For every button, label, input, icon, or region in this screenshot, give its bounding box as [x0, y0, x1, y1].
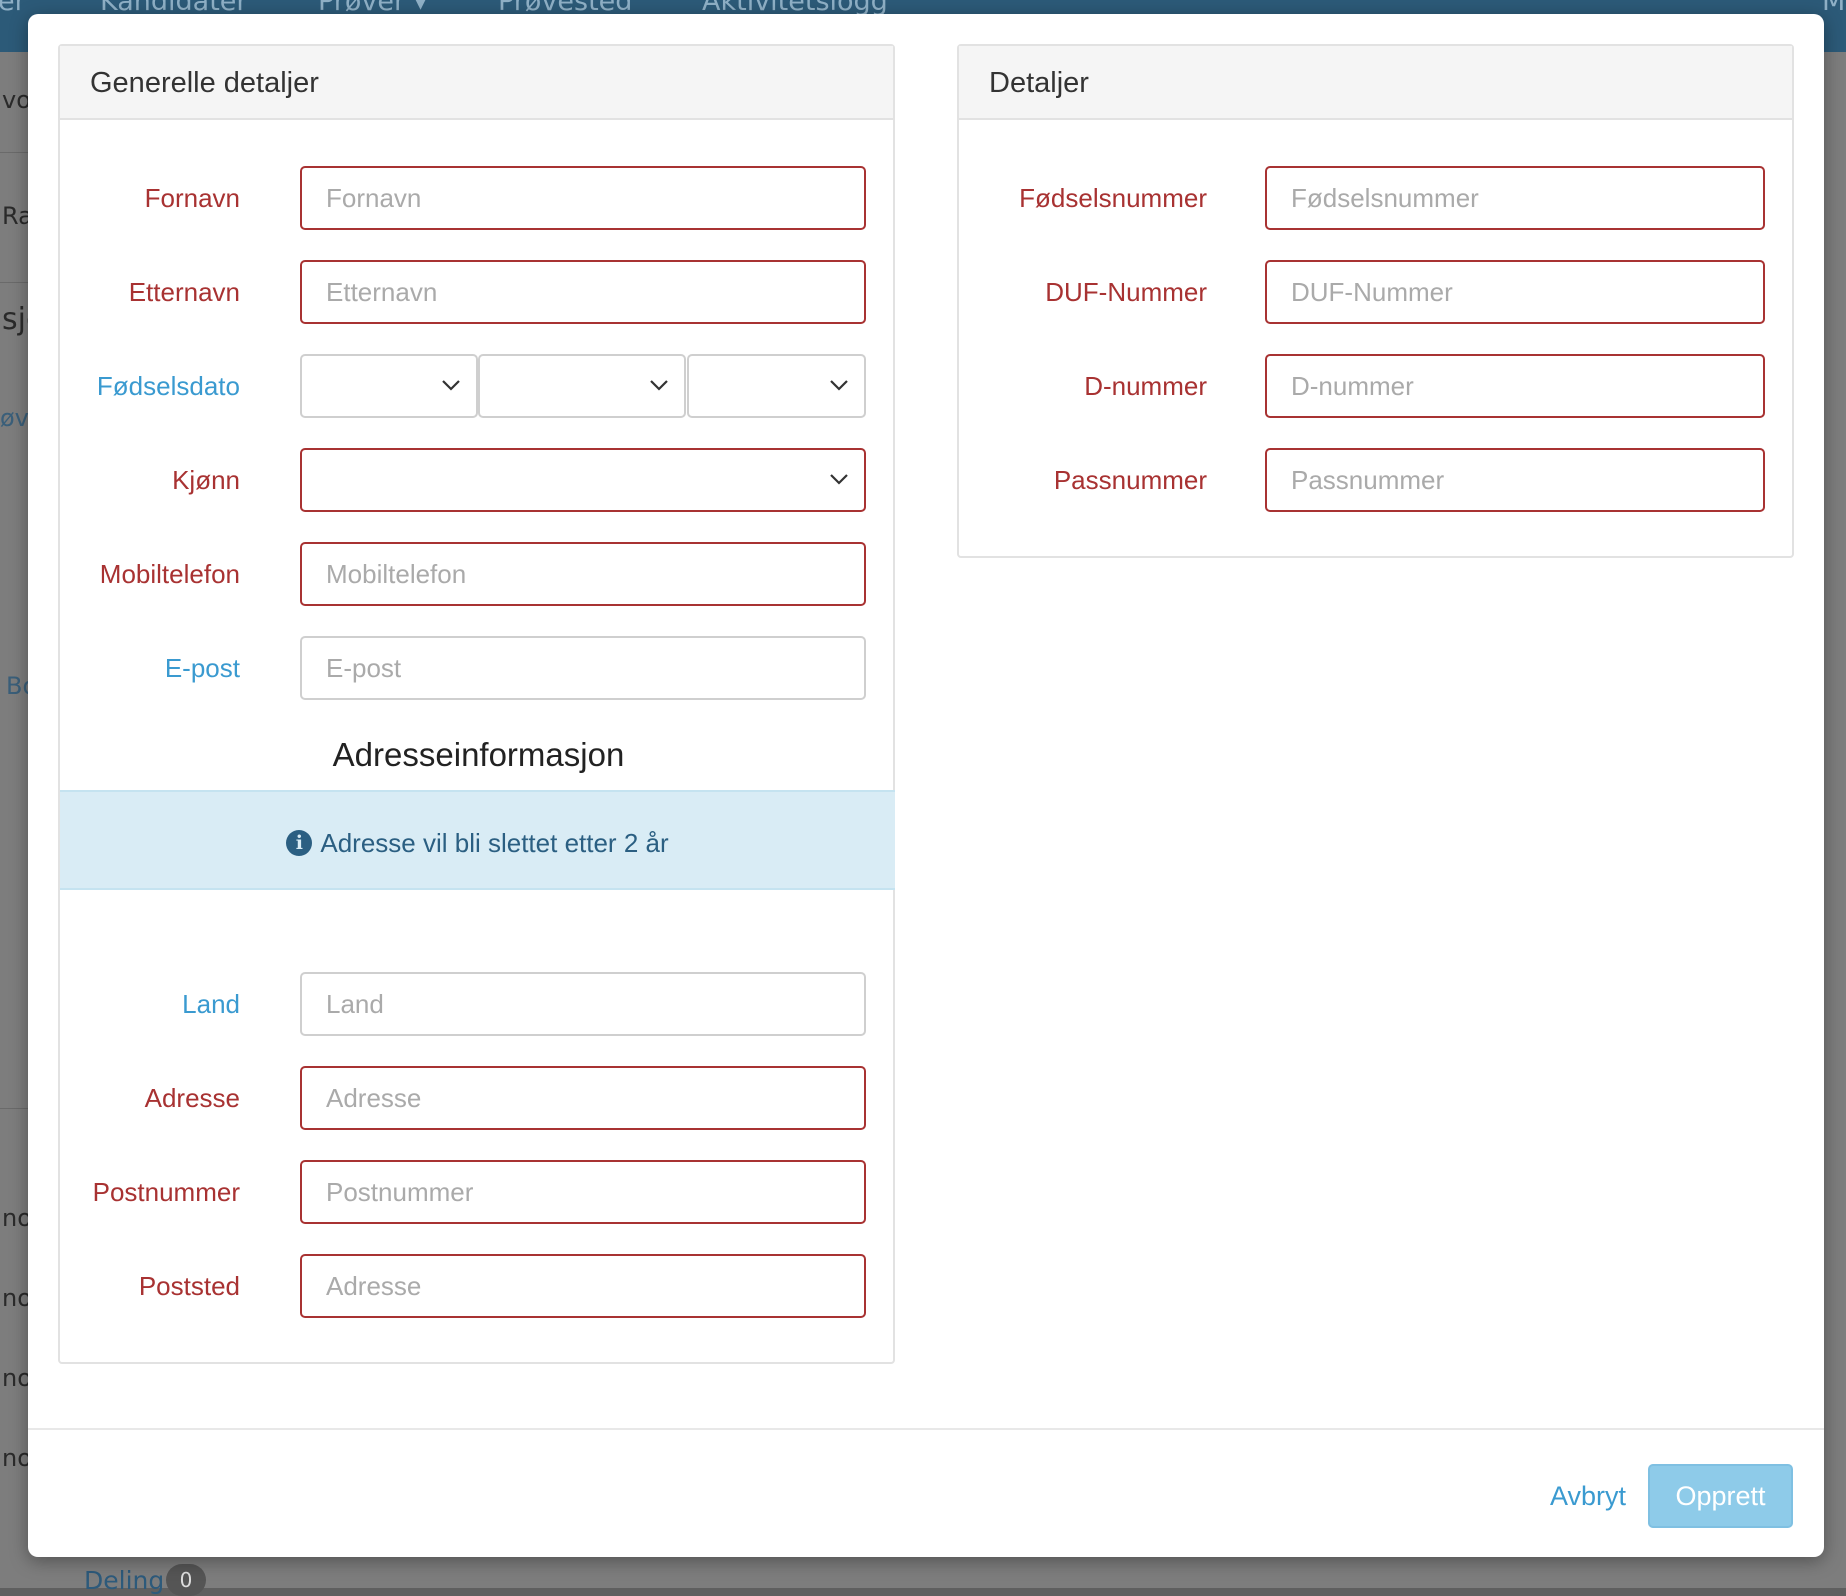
general-details-panel: Generelle detaljer Fornavn Fornavn Etter… [58, 44, 895, 1364]
field-row-passnummer: Passnummer Passnummer [959, 448, 1792, 512]
bg-row-link: øv [0, 404, 29, 432]
field-row-fornavn: Fornavn Fornavn [60, 166, 893, 230]
duf-nummer-input[interactable]: DUF-Nummer [1265, 260, 1765, 324]
birth-month-select[interactable] [478, 354, 686, 418]
bg-nav-right-fragment: M [1822, 0, 1846, 17]
field-row-etternavn: Etternavn Etternavn [60, 260, 893, 324]
field-row-epost: E-post E-post [60, 636, 893, 700]
bg-divider [0, 1108, 30, 1109]
fodselsnummer-input[interactable]: Fødselsnummer [1265, 166, 1765, 230]
label-mobiltelefon: Mobiltelefon [99, 559, 240, 589]
field-row-fodselsnummer: Fødselsnummer Fødselsnummer [959, 166, 1792, 230]
label-fodselsdato: Fødselsdato [96, 371, 240, 401]
label-land: Land [182, 989, 240, 1019]
bg-deling-badge: 0 [166, 1564, 206, 1596]
label-poststed: Poststed [138, 1271, 240, 1301]
create-candidate-modal: Generelle detaljer Fornavn Fornavn Etter… [28, 14, 1824, 1557]
chevron-down-icon [830, 474, 848, 485]
field-row-postnummer: Postnummer Postnummer [60, 1160, 893, 1224]
label-postnummer: Postnummer [92, 1177, 240, 1207]
cancel-button[interactable]: Avbryt [1518, 1464, 1658, 1528]
kjonn-select[interactable] [300, 448, 866, 512]
panel-title: Detaljer [959, 46, 1792, 120]
label-epost: E-post [164, 653, 240, 683]
fornavn-input[interactable]: Fornavn [300, 166, 866, 230]
create-button[interactable]: Opprett [1648, 1464, 1793, 1528]
d-nummer-input[interactable]: D-nummer [1265, 354, 1765, 418]
field-row-duf: DUF-Nummer DUF-Nummer [959, 260, 1792, 324]
field-row-land: Land Land [60, 972, 893, 1036]
chevron-down-icon [442, 380, 460, 391]
field-row-mobiltelefon: Mobiltelefon Mobiltelefon [60, 542, 893, 606]
land-input[interactable]: Land [300, 972, 866, 1036]
panel-title: Generelle detaljer [60, 46, 893, 120]
adresse-input[interactable]: Adresse [300, 1066, 866, 1130]
info-circle-icon: i [286, 830, 313, 856]
label-fornavn: Fornavn [144, 183, 240, 213]
alert-text: Adresse vil bli slettet etter 2 år [320, 828, 669, 858]
field-row-fodselsdato: Fødselsdato [60, 354, 893, 418]
poststed-input[interactable]: Adresse [300, 1254, 866, 1318]
field-row-kjonn: Kjønn [60, 448, 893, 512]
label-duf-nummer: DUF-Nummer [1045, 277, 1207, 307]
field-row-adresse: Adresse Adresse [60, 1066, 893, 1130]
field-row-poststed: Poststed Adresse [60, 1254, 893, 1318]
field-row-dnummer: D-nummer D-nummer [959, 354, 1792, 418]
label-adresse: Adresse [144, 1083, 240, 1113]
bg-divider [0, 282, 30, 283]
passnummer-input[interactable]: Passnummer [1265, 448, 1765, 512]
label-etternavn: Etternavn [128, 277, 240, 307]
etternavn-input[interactable]: Etternavn [300, 260, 866, 324]
bg-deling-link: Deling [84, 1566, 165, 1595]
label-d-nummer: D-nummer [1084, 371, 1207, 401]
label-kjonn: Kjønn [172, 465, 240, 495]
chevron-down-icon [650, 380, 668, 391]
mobiltelefon-input[interactable]: Mobiltelefon [300, 542, 866, 606]
postnummer-input[interactable]: Postnummer [300, 1160, 866, 1224]
bg-divider [0, 152, 30, 153]
bg-brand-fragment: er [0, 0, 26, 17]
birth-day-select[interactable] [300, 354, 478, 418]
address-section-title: Adresseinformasjon [332, 736, 625, 773]
epost-input[interactable]: E-post [300, 636, 866, 700]
address-info-alert: i Adresse vil bli slettet etter 2 år [60, 790, 895, 890]
modal-footer-divider [28, 1428, 1824, 1430]
chevron-down-icon [830, 380, 848, 391]
label-fodselsnummer: Fødselsnummer [1019, 183, 1207, 213]
birth-year-select[interactable] [687, 354, 866, 418]
details-panel: Detaljer Fødselsnummer Fødselsnummer DUF… [957, 44, 1794, 558]
label-passnummer: Passnummer [1053, 465, 1207, 495]
